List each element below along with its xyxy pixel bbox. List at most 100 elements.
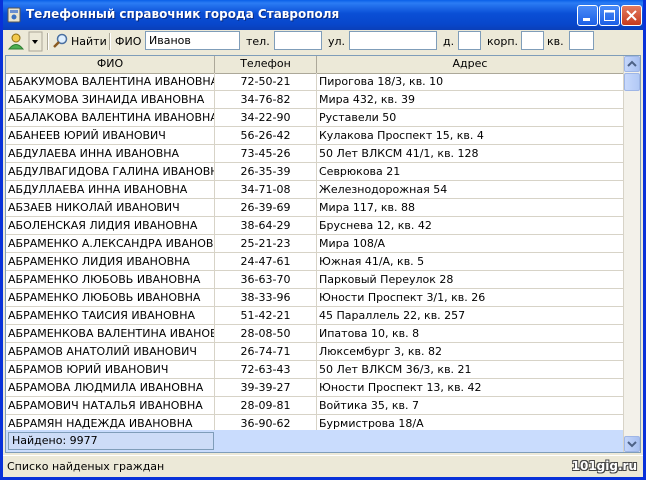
table-row[interactable]: АБРАМОВИЧ НАТАЛЬЯ ИВАНОВНА 28-09-81 Войтик… (6, 397, 624, 415)
cell-address: Мира 117, кв. 88 (317, 199, 624, 216)
scroll-thumb[interactable] (624, 73, 640, 91)
table-row[interactable]: АБАКУМОВА ВАЛЕНТИНА ИВАНОВНА 72-50-21 Пиро… (6, 73, 624, 91)
cell-name: АБРАМЕНКОВА ВАЛЕНТИНА ИВАНОВНА (8, 325, 215, 342)
cell-address: Юности Проспект 13, кв. 42 (317, 379, 624, 396)
cell-name: АБРАМОВ АНАТОЛИЙ ИВАНОВИЧ (6, 343, 215, 360)
search-button-label: Найти (71, 35, 107, 48)
cell-name: АБОЛЕНСКАЯ ЛИДИЯ ИВАНОВНА (6, 217, 215, 234)
title-bar[interactable]: Телефонный справочник города Ставрополя (3, 0, 643, 30)
scroll-down-button[interactable] (624, 436, 640, 452)
cell-address: Юности Проспект 3/1, кв. 26 (317, 289, 624, 306)
maximize-button[interactable] (599, 5, 620, 26)
column-header-address[interactable]: Адрес (317, 56, 624, 73)
cell-name: АБАЛАКОВА ВАЛЕНТИНА ИВАНОВНА (8, 109, 215, 126)
close-button[interactable] (621, 5, 642, 26)
table-row[interactable]: АБРАМОВ ЮРИЙ ИВАНОВИЧ 72-63-43 50 Лет ВЛКС… (6, 361, 624, 379)
search-button[interactable]: Найти (53, 32, 107, 51)
table-row[interactable]: АБАКУМОВА ЗИНАИДА ИВАНОВНА 34-76-82 Мира 4… (6, 91, 624, 109)
cell-name: АБРАМЕНКО ТАИСИЯ ИВАНОВНА (6, 307, 215, 324)
cell-phone: 26-39-69 (215, 199, 317, 216)
cell-phone: 72-50-21 (215, 73, 317, 90)
street-label: ул. (328, 35, 346, 48)
vertical-scrollbar[interactable] (623, 56, 640, 452)
close-icon (626, 10, 637, 21)
app-icon (7, 7, 21, 23)
cell-address: Пирогова 18/3, кв. 10 (317, 73, 624, 90)
cell-name: АБАНЕЕВ ЮРИЙ ИВАНОВИЧ (6, 127, 215, 144)
table-row[interactable]: АБРАМОВ АНАТОЛИЙ ИВАНОВИЧ 26-74-71 Люксемб… (6, 343, 624, 361)
toolbar-separator (109, 33, 111, 50)
cell-phone: 51-42-21 (215, 307, 317, 324)
cell-address: 45 Параллель 22, кв. 257 (317, 307, 624, 324)
chevron-up-icon (627, 60, 637, 67)
table-row[interactable]: АБДУЛАЕВА ИННА ИВАНОВНА 73-45-26 50 Лет ВЛ… (6, 145, 624, 163)
table-row[interactable]: АБРАМЕНКО ЛИДИЯ ИВАНОВНА 24-47-61 Южная 41… (6, 253, 624, 271)
apartment-label: кв. (547, 35, 564, 48)
cell-address: Войтика 35, кв. 7 (317, 397, 624, 414)
cell-phone: 34-76-82 (215, 91, 317, 108)
column-header-phone[interactable]: Телефон (215, 56, 317, 73)
table-row[interactable]: АБАНЕЕВ ЮРИЙ ИВАНОВИЧ 56-26-42 Кулакова Пр… (6, 127, 624, 145)
phone-input[interactable] (274, 31, 322, 50)
table-row[interactable]: АБОЛЕНСКАЯ ЛИДИЯ ИВАНОВНА 38-64-29 Бруснев… (6, 217, 624, 235)
cell-phone: 56-26-42 (215, 127, 317, 144)
fio-label: ФИО (115, 35, 142, 48)
cell-name: АБРАМЕНКО ЛЮБОВЬ ИВАНОВНА (6, 271, 215, 288)
table-row[interactable]: АБРАМОВА ЛЮДМИЛА ИВАНОВНА 39-39-27 Юности … (6, 379, 624, 397)
table-row[interactable]: АБРАМЕНКО ТАИСИЯ ИВАНОВНА 51-42-21 45 Пара… (6, 307, 624, 325)
minimize-icon (583, 18, 590, 21)
watermark: 101gig.ru (571, 459, 637, 473)
table-row[interactable]: АБРАМЕНКО ЛЮБОВЬ ИВАНОВНА 38-33-96 Юности … (6, 289, 624, 307)
found-bar: Найдено: 9977 (6, 430, 624, 452)
status-bar: Списко найденых граждан 101gig.ru (3, 455, 643, 477)
cell-address: Руставели 50 (317, 109, 624, 126)
user-icon (7, 31, 43, 52)
cell-phone: 73-45-26 (215, 145, 317, 162)
scroll-up-button[interactable] (624, 56, 640, 72)
cell-phone: 24-47-61 (215, 253, 317, 270)
table-row[interactable]: АБРАМЕНКОВА ВАЛЕНТИНА ИВАНОВНА 28-08-50 Ип… (6, 325, 624, 343)
cell-name: АБРАМЕНКО ЛЮБОВЬ ИВАНОВНА (6, 289, 215, 306)
cell-name: АБРАМЕНКО А.ЛЕКСАНДРА ИВАНОВНА (8, 235, 215, 252)
cell-address: Севрюкова 21 (317, 163, 624, 180)
results-grid[interactable]: ФИО Телефон Адрес АБАКУМОВА ВАЛЕНТИНА ИВ… (5, 55, 641, 453)
building-input[interactable] (521, 31, 544, 50)
grid-header: ФИО Телефон Адрес (6, 56, 624, 74)
house-input[interactable] (458, 31, 481, 50)
table-row[interactable]: АБЗАЕВ НИКОЛАЙ ИВАНОВИЧ 26-39-69 Мира 117,… (6, 199, 624, 217)
maximize-icon (604, 10, 615, 21)
cell-name: АБРАМОВИЧ НАТАЛЬЯ ИВАНОВНА (6, 397, 215, 414)
cell-address: Кулакова Проспект 15, кв. 4 (317, 127, 624, 144)
chevron-down-icon (627, 441, 637, 448)
table-row[interactable]: АБАЛАКОВА ВАЛЕНТИНА ИВАНОВНА 34-22-90 Руст… (6, 109, 624, 127)
search-toolbar: Найти ФИО тел. ул. д. корп. кв. (3, 30, 643, 54)
table-row[interactable]: АБДУЛЛАЕВА ИННА ИВАНОВНА 34-71-08 Железнод… (6, 181, 624, 199)
street-input[interactable] (349, 31, 437, 50)
cell-phone: 38-64-29 (215, 217, 317, 234)
search-icon (53, 33, 68, 48)
apartment-input[interactable] (569, 31, 594, 50)
cell-name: АБДУЛЛАЕВА ИННА ИВАНОВНА (6, 181, 215, 198)
cell-address: Парковый Переулок 28 (317, 271, 624, 288)
column-header-name[interactable]: ФИО (6, 56, 215, 73)
cell-address: Ипатова 10, кв. 8 (317, 325, 624, 342)
user-menu-button[interactable] (5, 31, 43, 52)
fio-input[interactable] (145, 31, 240, 50)
app-window: Телефонный справочник города Ставрополя (0, 0, 646, 480)
cell-phone: 28-09-81 (215, 397, 317, 414)
cell-phone: 36-63-70 (215, 271, 317, 288)
cell-name: АБРАМОВ ЮРИЙ ИВАНОВИЧ (6, 361, 215, 378)
cell-name: АБДУЛВАГИДОВА ГАЛИНА ИВАНОВНА (8, 163, 215, 180)
cell-phone: 38-33-96 (215, 289, 317, 306)
cell-phone: 28-08-50 (215, 325, 317, 342)
table-row[interactable]: АБРАМЕНКО А.ЛЕКСАНДРА ИВАНОВНА 25-21-23 Ми… (6, 235, 624, 253)
minimize-button[interactable] (577, 5, 598, 26)
cell-address: Южная 41/А, кв. 5 (317, 253, 624, 270)
cell-name: АБАКУМОВА ЗИНАИДА ИВАНОВНА (6, 91, 215, 108)
cell-address: 50 Лет ВЛКСМ 36/3, кв. 21 (317, 361, 624, 378)
table-row[interactable]: АБРАМЕНКО ЛЮБОВЬ ИВАНОВНА 36-63-70 Парковы… (6, 271, 624, 289)
table-row[interactable]: АБДУЛВАГИДОВА ГАЛИНА ИВАНОВНА 26-35-39 Сев… (6, 163, 624, 181)
cell-name: АБРАМОВА ЛЮДМИЛА ИВАНОВНА (6, 379, 215, 396)
cell-address: Люксембург 3, кв. 82 (317, 343, 624, 360)
cell-name: АБДУЛАЕВА ИННА ИВАНОВНА (6, 145, 215, 162)
